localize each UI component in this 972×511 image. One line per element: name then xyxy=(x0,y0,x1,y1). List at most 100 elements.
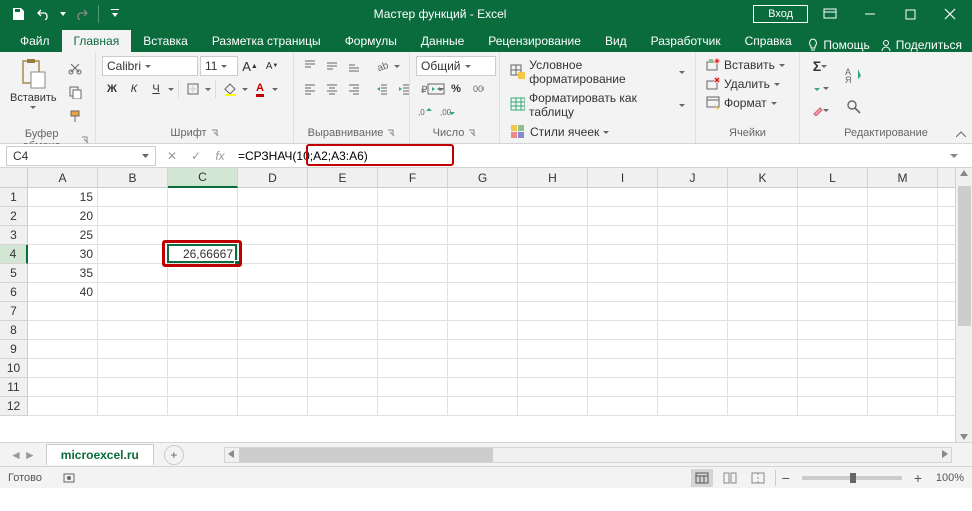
cell[interactable] xyxy=(868,359,938,378)
cell[interactable] xyxy=(308,378,378,397)
cell[interactable] xyxy=(238,188,308,207)
cell[interactable] xyxy=(518,188,588,207)
vertical-scrollbar[interactable] xyxy=(955,168,972,442)
row-header[interactable]: 7 xyxy=(0,302,28,321)
cell[interactable] xyxy=(238,302,308,321)
sheet-nav-prev-icon[interactable]: ◄ xyxy=(10,448,22,462)
cell[interactable] xyxy=(28,397,98,416)
cell[interactable] xyxy=(448,245,518,264)
cell[interactable] xyxy=(728,302,798,321)
cell[interactable] xyxy=(588,226,658,245)
cell[interactable] xyxy=(658,397,728,416)
cell[interactable] xyxy=(238,378,308,397)
cell[interactable] xyxy=(868,245,938,264)
cell[interactable] xyxy=(868,397,938,416)
cell[interactable] xyxy=(518,283,588,302)
cut-icon[interactable] xyxy=(65,58,85,78)
spreadsheet-grid[interactable]: ABCDEFGHIJKLMN 123456789101112 152025302… xyxy=(0,168,972,442)
row-header[interactable]: 10 xyxy=(0,359,28,378)
format-cells-button[interactable]: Формат xyxy=(702,94,789,112)
cell[interactable] xyxy=(98,226,168,245)
cell[interactable] xyxy=(518,207,588,226)
row-header[interactable]: 12 xyxy=(0,397,28,416)
name-box[interactable]: C4 xyxy=(6,146,156,166)
row-header[interactable]: 2 xyxy=(0,207,28,226)
tab-developer[interactable]: Разработчик xyxy=(639,30,733,52)
cell[interactable] xyxy=(238,340,308,359)
zoom-out-icon[interactable]: − xyxy=(782,470,790,486)
column-header[interactable]: E xyxy=(308,168,378,188)
cell[interactable] xyxy=(168,359,238,378)
qat-customize-icon[interactable] xyxy=(103,2,127,26)
cell[interactable] xyxy=(98,302,168,321)
italic-button[interactable]: К xyxy=(124,79,144,99)
cell[interactable] xyxy=(448,226,518,245)
cell[interactable] xyxy=(448,359,518,378)
copy-icon[interactable] xyxy=(65,82,85,102)
cell[interactable] xyxy=(518,321,588,340)
tab-data[interactable]: Данные xyxy=(409,30,476,52)
scroll-right-icon[interactable] xyxy=(942,450,948,458)
redo-icon[interactable] xyxy=(70,2,94,26)
cell[interactable] xyxy=(728,283,798,302)
cell[interactable] xyxy=(168,207,238,226)
cell[interactable] xyxy=(308,226,378,245)
cell[interactable] xyxy=(658,207,728,226)
orientation-icon[interactable]: ab xyxy=(372,56,392,76)
cell[interactable] xyxy=(378,283,448,302)
cell[interactable] xyxy=(168,302,238,321)
cell[interactable]: 20 xyxy=(28,207,98,226)
fill-icon[interactable] xyxy=(806,78,834,98)
cell[interactable] xyxy=(658,302,728,321)
zoom-thumb[interactable] xyxy=(850,473,856,483)
cell[interactable] xyxy=(868,340,938,359)
cell[interactable] xyxy=(588,245,658,264)
cell[interactable] xyxy=(868,226,938,245)
cell[interactable]: 40 xyxy=(28,283,98,302)
cell[interactable] xyxy=(238,283,308,302)
tab-home[interactable]: Главная xyxy=(62,30,132,52)
cell[interactable] xyxy=(378,302,448,321)
cell[interactable] xyxy=(518,264,588,283)
cell[interactable] xyxy=(308,207,378,226)
cell[interactable] xyxy=(448,283,518,302)
cell[interactable] xyxy=(308,245,378,264)
row-header[interactable]: 11 xyxy=(0,378,28,397)
undo-dropdown-icon[interactable] xyxy=(58,2,68,26)
cell[interactable] xyxy=(868,321,938,340)
zoom-in-icon[interactable]: + xyxy=(914,470,922,486)
cell[interactable] xyxy=(868,264,938,283)
column-header[interactable]: G xyxy=(448,168,518,188)
select-all-button[interactable] xyxy=(0,168,28,188)
cell[interactable] xyxy=(518,359,588,378)
cell[interactable] xyxy=(98,321,168,340)
column-header[interactable]: L xyxy=(798,168,868,188)
increase-font-icon[interactable]: A▲ xyxy=(240,56,260,76)
decrease-font-icon[interactable]: A▼ xyxy=(262,56,282,76)
insert-function-icon[interactable]: fx xyxy=(208,146,232,166)
format-painter-icon[interactable] xyxy=(65,106,85,126)
cell[interactable] xyxy=(28,378,98,397)
font-color-icon[interactable]: A xyxy=(250,79,270,99)
cell[interactable] xyxy=(798,397,868,416)
normal-view-icon[interactable] xyxy=(691,469,713,487)
cell[interactable] xyxy=(728,188,798,207)
autosum-icon[interactable]: Σ xyxy=(806,56,834,76)
comma-format-icon[interactable]: 000 xyxy=(468,79,488,99)
close-icon[interactable] xyxy=(932,0,968,28)
cell[interactable] xyxy=(98,264,168,283)
cell[interactable] xyxy=(378,188,448,207)
row-header[interactable]: 3 xyxy=(0,226,28,245)
save-icon[interactable] xyxy=(6,2,30,26)
tab-file[interactable]: Файл xyxy=(8,30,62,52)
cell[interactable] xyxy=(378,397,448,416)
delete-cells-button[interactable]: Удалить xyxy=(702,75,789,93)
cell[interactable] xyxy=(168,340,238,359)
cell[interactable] xyxy=(378,264,448,283)
cell[interactable] xyxy=(98,359,168,378)
cell[interactable] xyxy=(238,264,308,283)
scroll-thumb[interactable] xyxy=(958,186,971,326)
cell[interactable] xyxy=(28,302,98,321)
cell[interactable] xyxy=(588,397,658,416)
cell[interactable] xyxy=(448,188,518,207)
